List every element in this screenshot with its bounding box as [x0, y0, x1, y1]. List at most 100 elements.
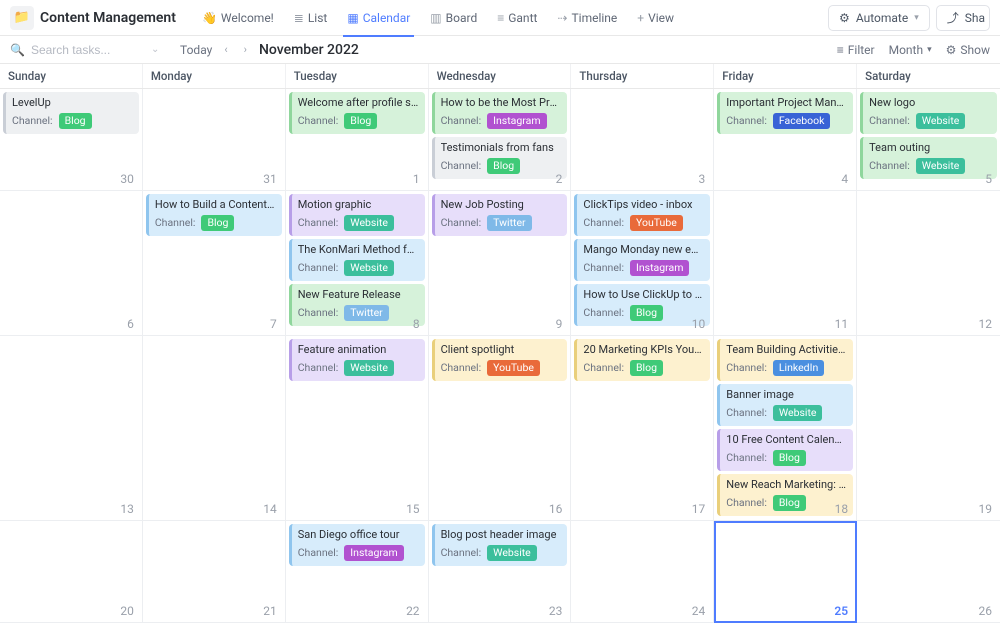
- tab-gantt[interactable]: ≡Gantt: [487, 0, 547, 36]
- calendar-event[interactable]: New Feature ReleaseChannel:Twitter: [289, 284, 425, 326]
- event-title: The KonMari Method for Project: [298, 243, 419, 257]
- calendar-cell[interactable]: 12: [857, 191, 1000, 336]
- calendar-cell[interactable]: San Diego office tourChannel:Instagram 22: [286, 521, 429, 623]
- day-header: Monday: [143, 64, 286, 88]
- calendar-cell[interactable]: New logoChannel:WebsiteTeam outingChanne…: [857, 89, 1000, 191]
- search-input[interactable]: [31, 43, 141, 57]
- calendar-cell[interactable]: New Job PostingChannel:Twitter9: [429, 191, 572, 336]
- calendar-cell[interactable]: 26: [857, 521, 1000, 623]
- event-title: Testimonials from fans: [441, 141, 562, 155]
- calendar-cell[interactable]: 3: [571, 89, 714, 191]
- calendar-cell[interactable]: Client spotlightChannel:YouTube16: [429, 336, 572, 521]
- prev-month-button[interactable]: ‹: [220, 41, 231, 58]
- channel-tag: YouTube: [487, 360, 540, 376]
- calendar-event[interactable]: Team Building Activities: 25 ExChannel:L…: [717, 339, 853, 381]
- day-number: 7: [270, 317, 277, 331]
- calendar-cell[interactable]: 31: [143, 89, 286, 191]
- calendar-event[interactable]: LevelUpChannel:Blog: [3, 92, 139, 134]
- share-label: Sha: [965, 11, 985, 25]
- channel-label: Channel:: [726, 451, 767, 465]
- day-header: Wednesday: [429, 64, 572, 88]
- calendar-cell[interactable]: 24: [571, 521, 714, 623]
- tab-view[interactable]: +View: [627, 0, 684, 36]
- calendar-event[interactable]: ClickTips video - inboxChannel:YouTube: [574, 194, 710, 236]
- calendar-event[interactable]: Important Project ManagementChannel:Face…: [717, 92, 853, 134]
- event-title: Team Building Activities: 25 Ex: [726, 343, 847, 357]
- calendar-cell[interactable]: 11: [714, 191, 857, 336]
- calendar-event[interactable]: Client spotlightChannel:YouTube: [432, 339, 568, 381]
- channel-label: Channel:: [298, 306, 339, 320]
- next-month-button[interactable]: ›: [240, 41, 251, 58]
- calendar-event[interactable]: How to be the Most ProductiveChannel:Ins…: [432, 92, 568, 134]
- filter-button[interactable]: ≡ Filter: [837, 43, 875, 57]
- calendar-cell[interactable]: Motion graphicChannel:WebsiteThe KonMari…: [286, 191, 429, 336]
- calendar-event[interactable]: Motion graphicChannel:Website: [289, 194, 425, 236]
- calendar-cell[interactable]: Team Building Activities: 25 Ex Channel: L…: [714, 336, 857, 521]
- date-nav: Today ‹ › November 2022: [180, 41, 359, 58]
- calendar-event[interactable]: Team outingChannel:Website: [860, 137, 997, 179]
- folder-icon[interactable]: 📁: [10, 6, 34, 30]
- chevron-down-icon: ▾: [914, 13, 919, 23]
- automate-button[interactable]: ⚙ Automate ▾: [828, 5, 930, 31]
- day-header: Friday: [714, 64, 857, 88]
- calendar-event[interactable]: How to Build a Content CreationChannel:B…: [146, 194, 282, 236]
- calendar-cell[interactable]: 13: [0, 336, 143, 521]
- channel-tag: LinkedIn: [773, 360, 824, 376]
- calendar-cell[interactable]: 20 Marketing KPIs You Need toChannel:Blo…: [571, 336, 714, 521]
- channel-label: Channel:: [441, 114, 482, 128]
- day-number: 12: [979, 317, 993, 331]
- board-icon: ▥: [430, 11, 441, 25]
- tab-list[interactable]: ≣List: [284, 0, 338, 36]
- calendar-event[interactable]: How to Use ClickUp to SucceedChannel:Blo…: [574, 284, 710, 326]
- welcome-icon: 👋: [202, 11, 217, 25]
- tab-timeline[interactable]: ⇢Timeline: [547, 0, 627, 36]
- calendar-cell[interactable]: Important Project ManagementChannel:Face…: [714, 89, 857, 191]
- calendar-cell[interactable]: 25: [714, 521, 857, 623]
- search-chevron-icon[interactable]: ⌄: [147, 44, 163, 55]
- calendar-event[interactable]: The KonMari Method for ProjectChannel:We…: [289, 239, 425, 281]
- channel-tag: Blog: [59, 113, 92, 129]
- calendar-event[interactable]: Blog post header imageChannel:Website: [432, 524, 568, 566]
- calendar-event[interactable]: Testimonials from fansChannel:Blog: [432, 137, 568, 179]
- calendar-event[interactable]: New logoChannel:Website: [860, 92, 997, 134]
- calendar-cell[interactable]: 6: [0, 191, 143, 336]
- calendar-event[interactable]: New Reach Marketing: How CliChannel:Blog: [717, 474, 853, 516]
- calendar-cell[interactable]: Welcome after profile sign-upChannel:Blo…: [286, 89, 429, 191]
- gear-icon: ⚙: [946, 43, 957, 57]
- calendar-event[interactable]: San Diego office tourChannel:Instagram: [289, 524, 425, 566]
- calendar-event[interactable]: New Job PostingChannel:Twitter: [432, 194, 568, 236]
- gantt-icon: ≡: [497, 11, 504, 25]
- chevron-down-icon: ▾: [927, 45, 932, 55]
- calendar-cell[interactable]: How to be the Most ProductiveChannel:Ins…: [429, 89, 572, 191]
- channel-tag: Blog: [344, 113, 377, 129]
- show-button[interactable]: ⚙ Show: [946, 43, 990, 57]
- calendar-event[interactable]: Banner imageChannel:Website: [717, 384, 853, 426]
- calendar-cell[interactable]: 14: [143, 336, 286, 521]
- calendar-cell[interactable]: How to Build a Content CreationChannel:B…: [143, 191, 286, 336]
- channel-label: Channel:: [583, 306, 624, 320]
- calendar-event[interactable]: Welcome after profile sign-upChannel:Blo…: [289, 92, 425, 134]
- sub-toolbar: 🔍 ⌄ Today ‹ › November 2022 ≡ Filter Mon…: [0, 36, 1000, 64]
- range-select[interactable]: Month ▾: [889, 43, 932, 57]
- top-toolbar: 📁 Content Management 👋Welcome!≣List▦Cale…: [0, 0, 1000, 36]
- calendar-cell[interactable]: 21: [143, 521, 286, 623]
- today-button[interactable]: Today: [180, 43, 212, 57]
- calendar-event[interactable]: 10 Free Content Calendar TempChannel:Blo…: [717, 429, 853, 471]
- calendar-cell[interactable]: LevelUpChannel:Blog30: [0, 89, 143, 191]
- calendar-cell[interactable]: 19: [857, 336, 1000, 521]
- tab-board[interactable]: ▥Board: [420, 0, 487, 36]
- calendar-cell[interactable]: 20: [0, 521, 143, 623]
- calendar-event[interactable]: 20 Marketing KPIs You Need toChannel:Blo…: [574, 339, 710, 381]
- calendar-event[interactable]: Feature animationChannel:Website: [289, 339, 425, 381]
- tab-welcome[interactable]: 👋Welcome!: [192, 0, 284, 36]
- tab-calendar[interactable]: ▦Calendar: [337, 0, 420, 36]
- calendar-cell[interactable]: Feature animationChannel:Website15: [286, 336, 429, 521]
- share-icon: ⤴: [947, 9, 959, 26]
- day-number: 22: [406, 604, 420, 618]
- channel-label: Channel:: [583, 261, 624, 275]
- calendar-cell[interactable]: ClickTips video - inboxChannel:YouTubeMa…: [571, 191, 714, 336]
- event-title: How to Build a Content Creation: [155, 198, 276, 212]
- share-button[interactable]: ⤴ Sha: [936, 5, 990, 31]
- calendar-cell[interactable]: Blog post header imageChannel:Website23: [429, 521, 572, 623]
- calendar-event[interactable]: Mango Monday new employeeChannel:Instagr…: [574, 239, 710, 281]
